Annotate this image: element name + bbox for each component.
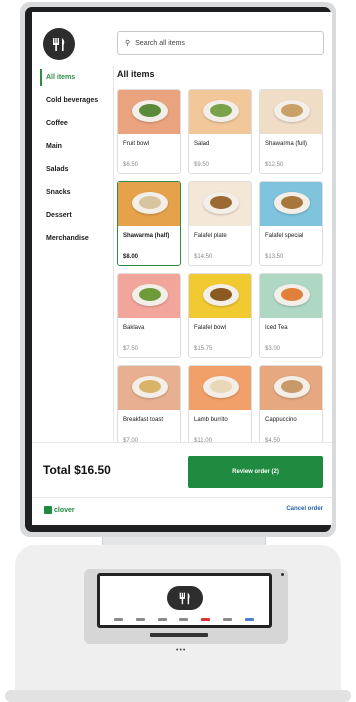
- product-image: [118, 90, 180, 134]
- product-card[interactable]: Falafel special $13.50: [259, 181, 323, 266]
- product-image: [260, 274, 322, 318]
- product-card[interactable]: Lamb burrito $11.00: [188, 365, 252, 450]
- food-shape: [210, 288, 232, 301]
- product-price: $8.00: [123, 254, 139, 260]
- food-shape: [139, 288, 161, 301]
- product-image: [189, 366, 251, 410]
- search-placeholder: Search all items: [135, 39, 185, 47]
- order-total: Total $16.50: [43, 463, 111, 477]
- product-image: [118, 182, 180, 226]
- product-card[interactable]: Shawarma (half) $8.00: [117, 181, 181, 266]
- product-grid: Fruit bowl $6.50 Salad $9.50 Shawarma (full)…: [117, 89, 325, 450]
- food-shape: [281, 288, 303, 301]
- terminal-camera: [281, 573, 284, 576]
- food-shape: [210, 380, 232, 393]
- product-card[interactable]: Falafel bowl $15.75: [188, 273, 252, 358]
- product-image: [260, 90, 322, 134]
- product-name: Cappuccino: [265, 417, 297, 423]
- clover-icon: [44, 506, 52, 514]
- card-slot: [150, 633, 208, 637]
- product-name: Breakfast toast: [123, 417, 164, 423]
- product-image: [118, 274, 180, 318]
- food-shape: [281, 104, 303, 117]
- product-name: Baklava: [123, 325, 145, 331]
- product-image: [189, 182, 251, 226]
- payment-logo: [114, 618, 123, 621]
- product-name: Shawarma (full): [265, 141, 308, 147]
- sidebar-item-all-items[interactable]: All items: [32, 66, 112, 89]
- product-name: Salad: [194, 141, 210, 147]
- food-shape: [210, 104, 232, 117]
- product-price: $12.50: [265, 162, 284, 168]
- product-price: $7.50: [123, 346, 139, 352]
- product-price: $9.50: [194, 162, 210, 168]
- category-sidebar: All items Cold beverages Coffee Main Sal…: [32, 66, 112, 250]
- product-name: Iced Tea: [265, 325, 288, 331]
- kiosk-screen: ⚲ Search all items All items Cold bevera…: [32, 12, 332, 525]
- sidebar-item-main[interactable]: Main: [32, 135, 112, 158]
- sidebar-item-cold-beverages[interactable]: Cold beverages: [32, 89, 112, 112]
- kiosk-neck: [102, 537, 266, 545]
- product-card[interactable]: Salad $9.50: [188, 89, 252, 174]
- product-card[interactable]: Falafel plate $14.50: [188, 181, 252, 266]
- payment-method-logos: [114, 618, 254, 621]
- product-card[interactable]: Fruit bowl $6.50: [117, 89, 181, 174]
- product-card[interactable]: Baklava $7.50: [117, 273, 181, 358]
- product-name: Fruit bowl: [123, 141, 150, 147]
- payment-logo: [244, 618, 254, 621]
- sidebar-item-merchandise[interactable]: Merchandise: [32, 227, 112, 250]
- product-price: $14.50: [194, 254, 213, 260]
- fork-knife-icon: [179, 592, 190, 605]
- payment-logo: [157, 618, 167, 621]
- search-icon: ⚲: [125, 40, 131, 47]
- product-card[interactable]: Iced Tea $3.00: [259, 273, 323, 358]
- terminal-logo: [167, 586, 203, 610]
- sidebar-item-coffee[interactable]: Coffee: [32, 112, 112, 135]
- review-order-button[interactable]: Review order (2): [188, 456, 323, 488]
- product-card[interactable]: Cappuccino $4.50: [259, 365, 323, 450]
- product-image: [260, 182, 322, 226]
- product-name: Falafel plate: [194, 233, 227, 239]
- product-name: Lamb burrito: [194, 417, 228, 423]
- restaurant-logo: [43, 28, 75, 60]
- product-image: [118, 366, 180, 410]
- section-title: All items: [117, 69, 155, 79]
- product-price: $15.75: [194, 346, 213, 352]
- payment-logo: [201, 618, 211, 621]
- sidebar-item-dessert[interactable]: Dessert: [32, 204, 112, 227]
- clover-brand-text: clover: [54, 506, 75, 514]
- product-name: Falafel bowl: [194, 325, 227, 331]
- product-card[interactable]: Shawarma (full) $12.50: [259, 89, 323, 174]
- terminal-indicator-dots: •••: [176, 647, 187, 654]
- food-shape: [139, 380, 161, 393]
- food-shape: [281, 380, 303, 393]
- product-price: $13.50: [265, 254, 284, 260]
- payment-terminal-screen: [97, 573, 272, 628]
- product-name: Shawarma (half): [123, 233, 170, 239]
- payment-logo: [135, 618, 145, 621]
- product-name: Falafel special: [265, 233, 304, 239]
- food-shape: [139, 196, 161, 209]
- food-shape: [210, 196, 232, 209]
- sidebar-item-salads[interactable]: Salads: [32, 158, 112, 181]
- product-price: $6.50: [123, 162, 139, 168]
- product-card[interactable]: Breakfast toast $7.00: [117, 365, 181, 450]
- sidebar-item-snacks[interactable]: Snacks: [32, 181, 112, 204]
- fork-knife-icon: [53, 38, 65, 51]
- order-footer: Total $16.50 Review order (2) clover Can…: [32, 442, 332, 525]
- clover-logo: clover: [44, 506, 75, 514]
- payment-logo: [179, 618, 189, 621]
- kiosk-base: [5, 690, 351, 702]
- product-price: $3.00: [265, 346, 281, 352]
- product-image: [189, 90, 251, 134]
- product-image: [189, 274, 251, 318]
- food-shape: [281, 196, 303, 209]
- sidebar-divider: [113, 66, 114, 441]
- product-image: [260, 366, 322, 410]
- food-shape: [139, 104, 161, 117]
- search-input[interactable]: ⚲ Search all items: [117, 31, 324, 55]
- payment-logo: [223, 618, 233, 621]
- footer-divider: [32, 497, 332, 498]
- cancel-order-button[interactable]: Cancel order: [286, 506, 323, 512]
